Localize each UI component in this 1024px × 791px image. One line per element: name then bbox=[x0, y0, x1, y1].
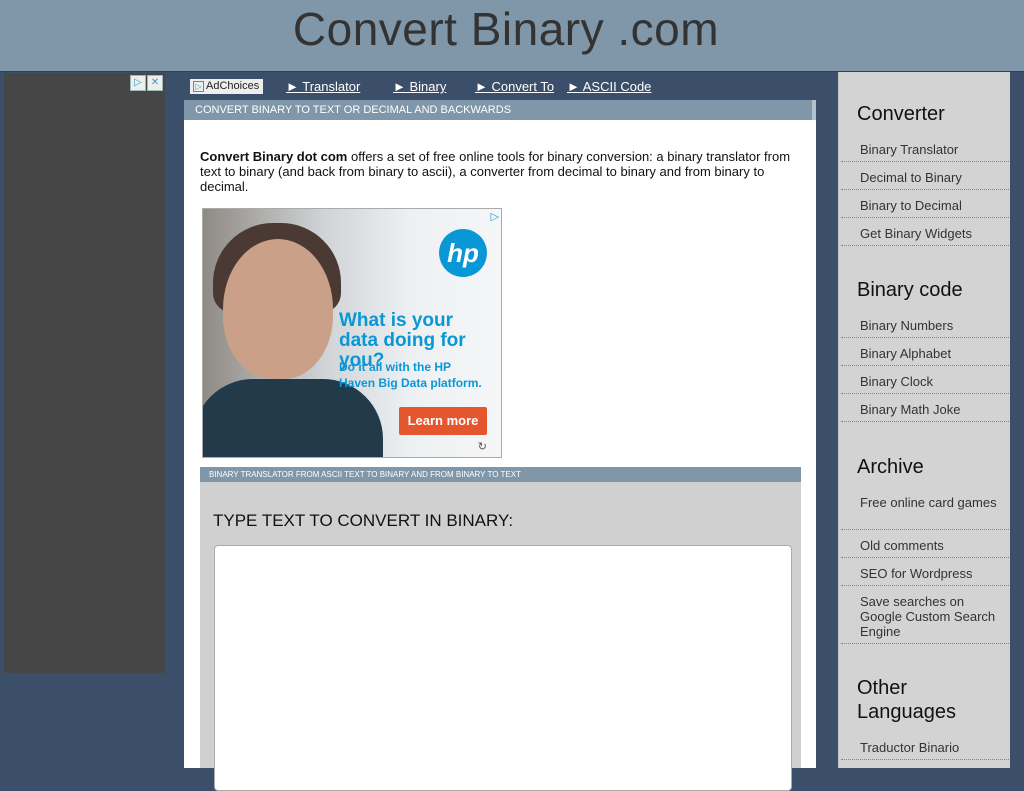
sidebar-item-binary-alphabet[interactable]: Binary Alphabet bbox=[841, 346, 1009, 366]
ad-tag[interactable]: ▷ ✕ bbox=[129, 75, 163, 91]
left-ad-banner[interactable]: ▷ ✕ bbox=[4, 73, 165, 673]
sidebar-heading-binary-code: Binary code bbox=[857, 279, 963, 301]
adchoices-label[interactable]: ▷ AdChoices bbox=[190, 79, 264, 94]
right-edge-background bbox=[1010, 72, 1024, 768]
nav-link-ascii-code[interactable]: ► ASCII Code bbox=[567, 79, 651, 94]
right-sidebar: Converter Binary Translator Decimal to B… bbox=[838, 72, 1011, 768]
sidebar-heading-other-languages: Other Languages bbox=[857, 677, 956, 723]
learn-more-button[interactable]: Learn more bbox=[399, 407, 487, 435]
sidebar-item-decimal-to-binary[interactable]: Decimal to Binary bbox=[841, 170, 1009, 190]
adchoices-icon: ▷ bbox=[193, 81, 204, 92]
ad-photo-face bbox=[223, 239, 333, 379]
replay-icon[interactable]: ↻ bbox=[478, 440, 487, 453]
sidebar-item-binary-math-joke[interactable]: Binary Math Joke bbox=[841, 402, 1009, 422]
sidebar-item-binary-numbers[interactable]: Binary Numbers bbox=[841, 318, 1009, 338]
text-input-area[interactable] bbox=[214, 545, 792, 791]
intro-paragraph: Convert Binary dot com offers a set of f… bbox=[200, 149, 800, 194]
sidebar-item-binary-to-decimal[interactable]: Binary to Decimal bbox=[841, 198, 1009, 218]
translator-box: BINARY TRANSLATOR FROM ASCII TEXT TO BIN… bbox=[200, 467, 801, 791]
main-content: CONVERT BINARY TO TEXT OR DECIMAL AND BA… bbox=[184, 100, 816, 791]
hp-ad-banner[interactable]: hp What is your data doing for you? Do i… bbox=[202, 208, 502, 458]
site-header: Convert Binary .com bbox=[0, 0, 1024, 72]
translator-label: TYPE TEXT TO CONVERT IN BINARY: bbox=[213, 511, 514, 530]
close-icon[interactable]: ✕ bbox=[147, 75, 163, 91]
translator-bar: BINARY TRANSLATOR FROM ASCII TEXT TO BIN… bbox=[200, 467, 801, 482]
sidebar-item-binary-translator[interactable]: Binary Translator bbox=[841, 142, 1009, 162]
sidebar-item-seo-wordpress[interactable]: SEO for Wordpress bbox=[841, 566, 1009, 586]
sidebar-item-old-comments[interactable]: Old comments bbox=[841, 538, 1009, 558]
adchoices-icon[interactable]: ▷ bbox=[491, 210, 499, 223]
ad-subline: Do it all with the HP Haven Big Data pla… bbox=[339, 360, 482, 390]
top-nav: ▷ AdChoices ► Translator ► Binary ► Conv… bbox=[184, 74, 816, 98]
sidebar-item-binary-widgets[interactable]: Get Binary Widgets bbox=[841, 226, 1009, 246]
sidebar-item-save-searches[interactable]: Save searches on Google Custom Search En… bbox=[841, 594, 1009, 644]
intro-bold: Convert Binary dot com bbox=[200, 149, 348, 164]
sidebar-item-card-games[interactable]: Free online card games bbox=[841, 495, 1009, 530]
sidebar-item-traductor-binario[interactable]: Traductor Binario bbox=[841, 740, 1009, 760]
adchoices-icon[interactable]: ▷ bbox=[130, 75, 146, 91]
section-title-bar: CONVERT BINARY TO TEXT OR DECIMAL AND BA… bbox=[184, 100, 816, 120]
site-title[interactable]: Convert Binary .com bbox=[0, 2, 1012, 56]
sidebar-item-binary-clock[interactable]: Binary Clock bbox=[841, 374, 1009, 394]
sidebar-heading-converter: Converter bbox=[857, 103, 945, 125]
nav-link-binary[interactable]: ► Binary bbox=[393, 79, 446, 94]
sidebar-heading-archive: Archive bbox=[857, 456, 924, 478]
hp-logo-icon: hp bbox=[439, 229, 487, 277]
nav-link-translator[interactable]: ► Translator bbox=[286, 79, 360, 94]
nav-link-convert-to[interactable]: ► Convert To bbox=[475, 79, 554, 94]
